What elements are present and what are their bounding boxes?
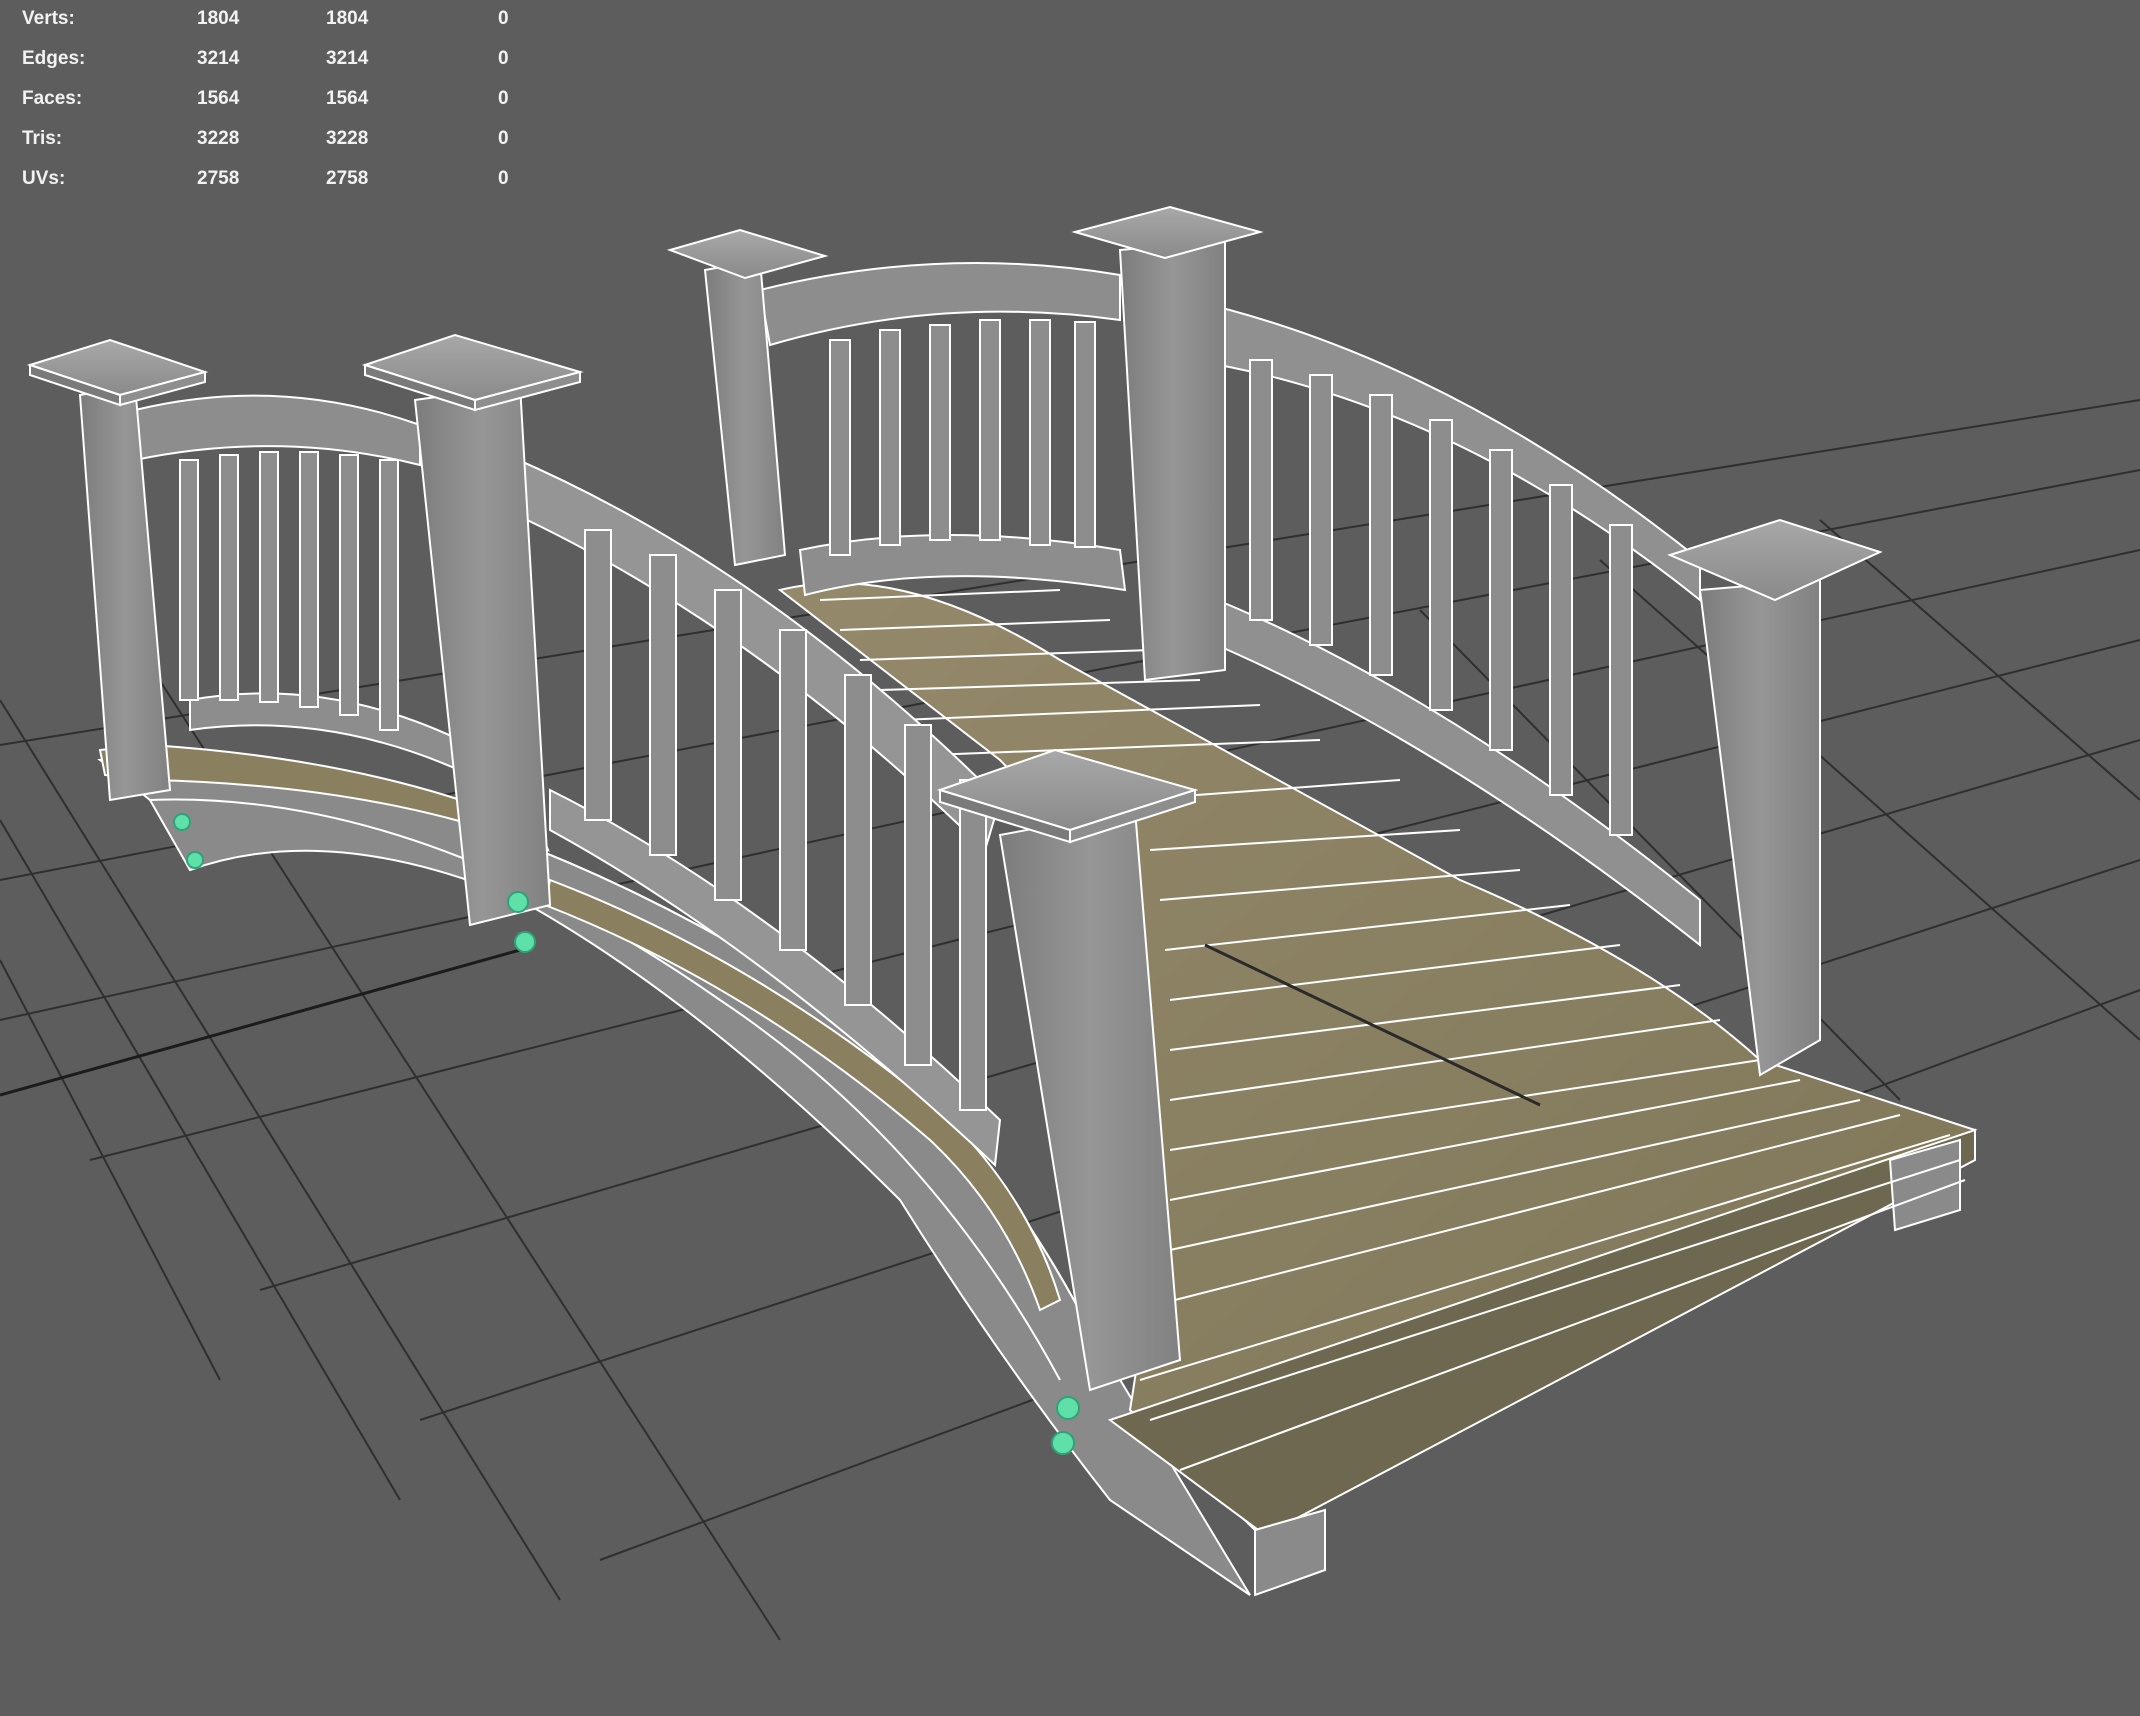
hud-label: Tris: (22, 128, 63, 149)
hud-row-faces: Faces: 1564 1564 0 (0, 88, 560, 118)
selected-vertex[interactable] (186, 851, 204, 869)
3d-viewport[interactable]: Verts: 1804 1804 0 Edges: 3214 3214 0 Fa… (0, 0, 2140, 1716)
bridge-post-right-end (1667, 518, 1883, 1077)
hud-row-uvs: UVs: 2758 2758 0 (0, 168, 560, 198)
selected-vertex[interactable] (173, 813, 191, 831)
hud-label: Faces: (22, 88, 83, 109)
hud-label: Edges: (22, 48, 86, 69)
hud-value-selected: 1564 (326, 88, 369, 109)
poly-count-hud: Verts: 1804 1804 0 Edges: 3214 3214 0 Fa… (0, 0, 560, 200)
selected-vertex[interactable] (1056, 1396, 1080, 1420)
hud-value-component: 0 (498, 48, 509, 69)
hud-row-edges: Edges: 3214 3214 0 (0, 48, 560, 78)
hud-label: UVs: (22, 168, 66, 189)
hud-label: Verts: (22, 8, 75, 29)
selected-vertex[interactable] (514, 931, 536, 953)
hud-row-tris: Tris: 3228 3228 0 (0, 128, 560, 158)
hud-value-object: 1564 (197, 88, 240, 109)
hud-row-verts: Verts: 1804 1804 0 (0, 8, 560, 38)
hud-value-selected: 3214 (326, 48, 369, 69)
hud-value-selected: 2758 (326, 168, 369, 189)
hud-value-selected: 1804 (326, 8, 369, 29)
hud-value-component: 0 (498, 128, 509, 149)
viewport-scene (0, 205, 2140, 1641)
hud-value-object: 3214 (197, 48, 240, 69)
selected-vertex[interactable] (1051, 1431, 1075, 1455)
hud-value-object: 2758 (197, 168, 240, 189)
hud-value-component: 0 (498, 168, 509, 189)
hud-value-selected: 3228 (326, 128, 369, 149)
hud-value-component: 0 (498, 8, 509, 29)
hud-value-object: 1804 (197, 8, 240, 29)
hud-value-component: 0 (498, 88, 509, 109)
selected-vertex[interactable] (507, 891, 529, 913)
railing-back-far (758, 262, 1127, 597)
hud-value-object: 3228 (197, 128, 240, 149)
grid-axis-line (0, 948, 521, 1097)
